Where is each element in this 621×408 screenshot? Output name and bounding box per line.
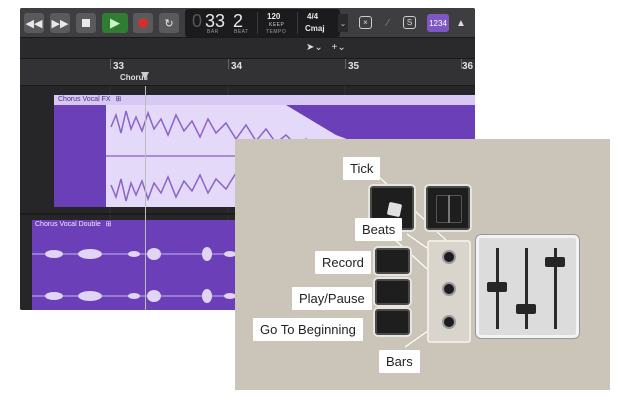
tracks-toolbar: ➤⌄ +⌄ [20,39,475,59]
metronome-icon: ▲ [456,17,466,29]
fader-1[interactable] [487,282,507,292]
region-name: Chorus Vocal FX [58,96,111,103]
stop-button[interactable] [76,13,96,33]
loop-icon: ⊞ [105,221,112,228]
beats-knob[interactable] [442,250,456,264]
count-in-button[interactable]: 1234 [427,14,449,32]
solo-button[interactable]: S [403,16,416,29]
solo-icon: S [406,18,413,27]
fader-3[interactable] [545,257,565,267]
loop-icon: ⊞ [115,96,122,103]
control-bar: ◀◀ ▶▶ ▶ ↻ 0 33 2 BAR BEAT 120 KEEP TEMPO… [20,8,475,38]
knob-column [427,240,471,343]
fast-forward-icon: ▶▶ [51,17,69,30]
ruler-tick [345,59,346,69]
replace-icon: × [363,18,368,27]
record-pad[interactable] [375,248,410,274]
ruler-bar-36: 36 [462,61,474,72]
lcd-divider [257,12,258,34]
play-pause-pad[interactable] [375,279,410,305]
tick-icon [386,201,403,218]
rewind-button[interactable]: ◀◀ [24,13,44,33]
metronome-button[interactable]: ▲ [452,14,470,32]
fader-bank [476,235,579,338]
callout-go-to-beginning: Go To Beginning [253,318,363,341]
controller-illustration: Tick Beats Record Play/Pause Go To Begin… [235,139,610,390]
tuner-icon: ⁄ [387,17,389,29]
ruler-tick [110,59,111,69]
record-icon [138,18,148,28]
bars-knob[interactable] [442,315,456,329]
cycle-button[interactable]: ↻ [159,13,179,33]
tick-knob[interactable] [442,282,456,296]
lcd-display[interactable]: 0 33 2 BAR BEAT 120 KEEP TEMPO 4/4 Cmaj [185,9,340,37]
callout-record: Record [315,251,371,274]
region-left-gap [54,105,106,207]
lcd-ghost-digit: 0 [192,11,203,31]
ruler-bar-35: 35 [348,61,360,72]
tuner-button[interactable]: ⁄ [379,14,397,32]
cycle-icon: ↻ [164,17,174,30]
ruler-bar-34: 34 [231,61,243,72]
rewind-icon: ◀◀ [25,17,43,30]
ruler-bar-33: 33 [113,61,125,72]
tempo-value: 120 [267,12,281,21]
record-button[interactable] [133,13,153,33]
fader-2[interactable] [516,304,536,314]
lcd-divider [297,12,298,34]
time-signature: 4/4 [307,12,319,21]
callout-bars: Bars [379,350,420,373]
fast-forward-button[interactable]: ▶▶ [50,13,70,33]
callout-play-pause: Play/Pause [292,287,372,310]
replace-button[interactable]: × [359,16,372,29]
play-icon: ▶ [110,15,120,30]
tempo-label: TEMPO [266,29,287,35]
go-to-beginning-pad[interactable] [375,309,410,335]
region-header: Chorus Vocal FX ⊞ [54,95,475,105]
tempo-keep: KEEP [269,22,285,28]
ruler[interactable]: 33 34 35 36 Chorus [20,59,475,86]
stop-icon [82,19,90,27]
fader-rail [525,248,528,329]
mode-pad[interactable] [426,186,470,230]
lcd-mode-chevron-icon[interactable]: ⌄ [338,14,348,32]
region-name: Chorus Vocal Double [35,221,101,228]
callout-tick: Tick [343,157,381,180]
play-button[interactable]: ▶ [102,13,128,33]
pad-divider [448,195,450,223]
lcd-bar-label: BAR [207,29,219,35]
ruler-tick [228,59,229,69]
playhead[interactable] [145,86,146,310]
pointer-tool-menu[interactable]: ➤⌄ +⌄ [306,42,356,56]
marquee-tool-icon: +⌄ [331,42,346,53]
pointer-tool-icon: ➤⌄ [306,42,323,53]
callout-beats: Beats [355,218,403,241]
lcd-beat-label: BEAT [234,29,249,35]
key-signature: Cmaj [305,24,325,33]
